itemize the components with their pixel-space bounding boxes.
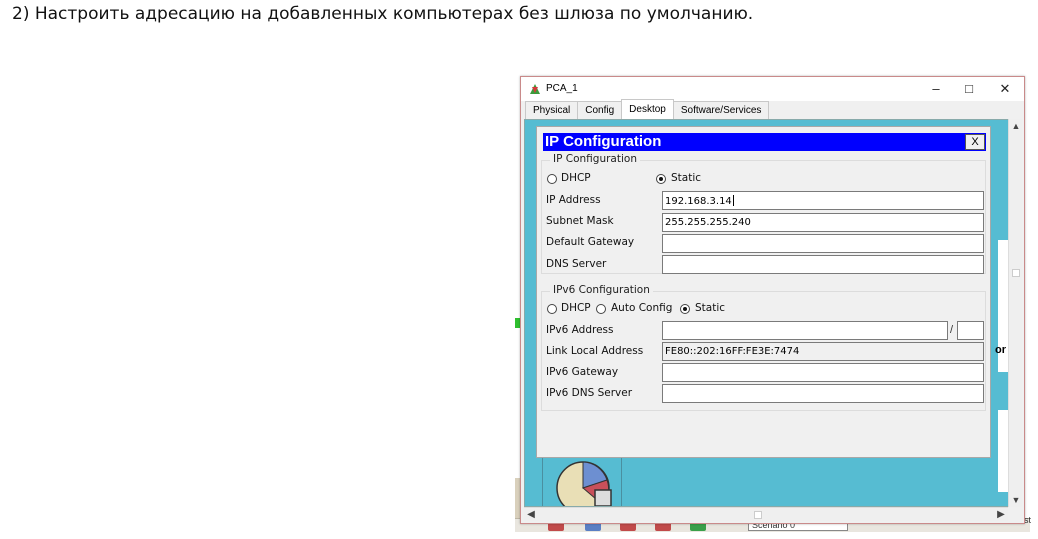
minimize-button[interactable]: – [921, 79, 951, 99]
ipv6-dns-server-field[interactable] [662, 384, 984, 403]
packet-tracer-icon [530, 84, 540, 94]
instruction-text: 2) Настроить адресацию на добавленных ко… [12, 4, 754, 24]
maximize-button[interactable]: □ [954, 79, 984, 99]
ip-config-title: IP Configuration [545, 133, 662, 150]
ipv6-static-label: Static [695, 302, 726, 314]
ipv6-group-label: IPv6 Configuration [550, 284, 653, 296]
dns-server-label: DNS Server [546, 258, 607, 270]
dns-server-field[interactable] [662, 255, 984, 274]
tab-desktop[interactable]: Desktop [621, 99, 674, 119]
ipv6-gateway-field[interactable] [662, 363, 984, 382]
scroll-left-icon[interactable]: ◀ [524, 508, 538, 522]
ipv4-static-radio[interactable] [656, 174, 666, 184]
scroll-thumb[interactable] [1012, 269, 1020, 277]
ipv6-dhcp-label: DHCP [561, 302, 591, 314]
ip-address-label: IP Address [546, 194, 601, 206]
subnet-mask-field[interactable]: 255.255.255.240 [662, 213, 984, 232]
window-title: PCA_1 [546, 83, 578, 94]
vertical-scrollbar[interactable]: ▲ ▼ [1008, 119, 1022, 507]
ip-configuration-panel: IP Configuration X IP Configuration DHCP… [536, 126, 991, 458]
ipv6-auto-config-label: Auto Config [611, 302, 673, 314]
scroll-up-icon[interactable]: ▲ [1009, 119, 1023, 133]
desktop-text-fragment: or [995, 344, 1006, 356]
subnet-mask-label: Subnet Mask [546, 215, 614, 227]
link-local-address-field[interactable]: FE80::202:16FF:FE3E:7474 [662, 342, 984, 361]
ip-address-value: 192.168.3.14 [665, 196, 732, 207]
tab-software-services[interactable]: Software/Services [672, 101, 770, 119]
link-local-address-label: Link Local Address [546, 345, 644, 357]
tab-bar: Physical Config Desktop Software/Service… [525, 99, 770, 119]
scroll-right-icon[interactable]: ▶ [994, 508, 1008, 522]
ipv6-prefix-field[interactable] [957, 321, 984, 340]
ip-address-field[interactable]: 192.168.3.14 [662, 191, 984, 210]
scroll-thumb[interactable] [754, 511, 762, 519]
tab-config[interactable]: Config [577, 101, 623, 119]
ip-config-header: IP Configuration X [543, 133, 986, 151]
default-gateway-label: Default Gateway [546, 236, 635, 248]
horizontal-scrollbar[interactable]: ◀ ▶ [524, 507, 1008, 521]
ipv4-dhcp-radio[interactable] [547, 174, 557, 184]
title-bar: PCA_1 – □ ✕ [521, 77, 1024, 101]
tab-physical[interactable]: Physical [525, 101, 579, 119]
scroll-down-icon[interactable]: ▼ [1009, 493, 1023, 507]
prefix-separator: / [950, 324, 954, 336]
ipv6-address-label: IPv6 Address [546, 324, 614, 336]
edge-text: st [1024, 515, 1032, 525]
ipv6-gateway-label: IPv6 Gateway [546, 366, 619, 378]
ipv6-auto-config-radio[interactable] [596, 304, 606, 314]
ipv6-static-radio[interactable] [680, 304, 690, 314]
ipv4-dhcp-label: DHCP [561, 172, 591, 184]
ipv6-dns-server-label: IPv6 DNS Server [546, 387, 633, 399]
pie-chart-icon [556, 461, 612, 506]
text-cursor [732, 195, 734, 206]
ipv4-group-label: IP Configuration [550, 153, 640, 165]
app-tile[interactable] [542, 450, 622, 506]
default-gateway-field[interactable] [662, 234, 984, 253]
close-button[interactable]: ✕ [990, 79, 1020, 99]
ipv6-dhcp-radio[interactable] [547, 304, 557, 314]
ip-config-close-button[interactable]: X [965, 134, 985, 150]
ipv6-address-field[interactable] [662, 321, 948, 340]
ipv4-static-label: Static [671, 172, 702, 184]
